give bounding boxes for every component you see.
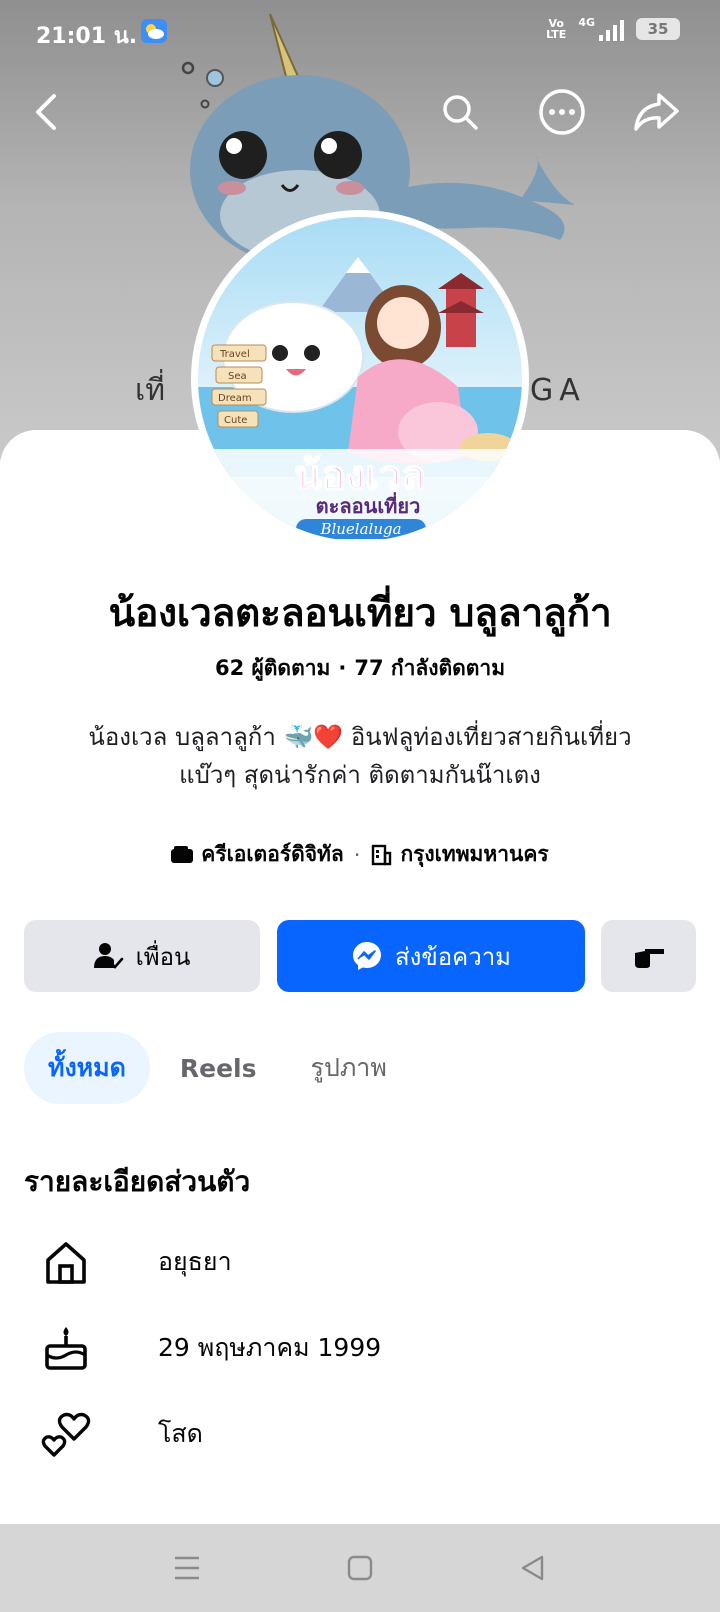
back-nav-button[interactable] [503, 1538, 563, 1598]
svg-text:Cute: Cute [224, 415, 247, 426]
share-arrow-icon [634, 93, 679, 131]
follow-stats: 62 ผู้ติดตาม · 77 กำลังติดตาม [214, 656, 506, 680]
send-message-button[interactable]: ส่งข้อความ [277, 920, 585, 992]
profile-meta: ครีเอเตอร์ดิจิทัล · กรุงเทพมหานคร [0, 838, 720, 871]
following-count[interactable]: 77 กำลังติดตาม [354, 656, 505, 680]
weather-icon [141, 19, 167, 43]
profile-avatar[interactable]: Travel Sea Dream Cute น้องเวล ตะลอนเที่ย… [191, 210, 529, 548]
building-icon [372, 844, 392, 865]
home-icon [36, 1232, 96, 1292]
triangle-back-icon [522, 1555, 544, 1581]
network-type: 4G [578, 16, 595, 29]
recent-apps-button[interactable] [157, 1538, 217, 1598]
more-options-button[interactable] [534, 84, 590, 140]
status-right-icons: Vo LTE 4G 35 [546, 16, 680, 41]
followers-count[interactable]: 62 ผู้ติดตาม [215, 656, 330, 680]
video-icon [171, 845, 194, 863]
friend-check-icon [93, 943, 123, 969]
profile-bio: น้องเวล บลูลาลูก้า 🐳❤️ อินฟลูท่องเที่ยวส… [88, 723, 632, 789]
category-label: ครีเอเตอร์ดิจิทัล [201, 842, 344, 866]
messenger-icon [352, 942, 381, 970]
cover-text-left: เที่ [135, 369, 165, 408]
svg-text:Dream: Dream [218, 393, 252, 404]
cover-text-right: GA [530, 373, 586, 408]
hometown-text: อยุธยา [158, 1247, 232, 1276]
tab-all[interactable]: ทั้งหมด [24, 1032, 150, 1104]
search-button[interactable] [432, 84, 488, 140]
profile-tabs: ทั้งหมด Reels รูปภาพ [24, 1032, 411, 1104]
avatar-logo-brand: Bluelaluga [319, 520, 401, 538]
friends-button[interactable]: เพื่อน [24, 920, 260, 992]
detail-hometown: อยุธยา [36, 1232, 696, 1292]
share-button[interactable] [628, 84, 684, 140]
profile-name: น้องเวลตะลอนเที่ยว บลูลาลูก้า [108, 591, 612, 636]
system-nav-bar [0, 1524, 720, 1612]
hearts-icon [36, 1404, 96, 1464]
location-label: กรุงเทพมหานคร [400, 842, 549, 866]
more-dots-icon [539, 89, 585, 135]
relationship-text: โสด [158, 1419, 203, 1448]
battery-icon: 35 [636, 17, 680, 40]
svg-text:Sea: Sea [228, 371, 247, 382]
status-bar: 21:01 น. Vo LTE 4G 35 [0, 0, 720, 66]
volte-indicator: Vo LTE [546, 16, 567, 41]
signal-icon [599, 19, 624, 41]
birthday-cake-icon [36, 1318, 96, 1378]
back-button[interactable] [18, 84, 74, 140]
poke-hand-icon [634, 949, 664, 968]
details-title: รายละเอียดส่วนตัว [24, 1165, 251, 1198]
send-message-label: ส่งข้อความ [394, 942, 511, 971]
home-nav-button[interactable] [330, 1538, 390, 1598]
poke-button[interactable] [601, 920, 696, 992]
status-time: 21:01 น. [36, 24, 138, 49]
square-icon [347, 1555, 373, 1581]
tab-photos[interactable]: รูปภาพ [287, 1032, 411, 1104]
svg-text:Travel: Travel [219, 349, 250, 360]
back-arrow-icon [36, 94, 56, 130]
detail-birthday: 29 พฤษภาคม 1999 [36, 1318, 696, 1378]
avatar-logo-subtitle: ตะลอนเที่ยว [316, 491, 421, 518]
search-icon [443, 95, 478, 130]
friends-button-label: เพื่อน [135, 942, 191, 971]
birthday-text: 29 พฤษภาคม 1999 [158, 1333, 382, 1362]
menu-lines-icon [174, 1556, 199, 1580]
avatar-illustration: Travel Sea Dream Cute น้องเวล ตะลอนเที่ย… [198, 217, 522, 541]
detail-relationship: โสด [36, 1404, 696, 1464]
tab-reels[interactable]: Reels [156, 1032, 281, 1104]
avatar-logo-title: น้องเวล [294, 453, 426, 499]
